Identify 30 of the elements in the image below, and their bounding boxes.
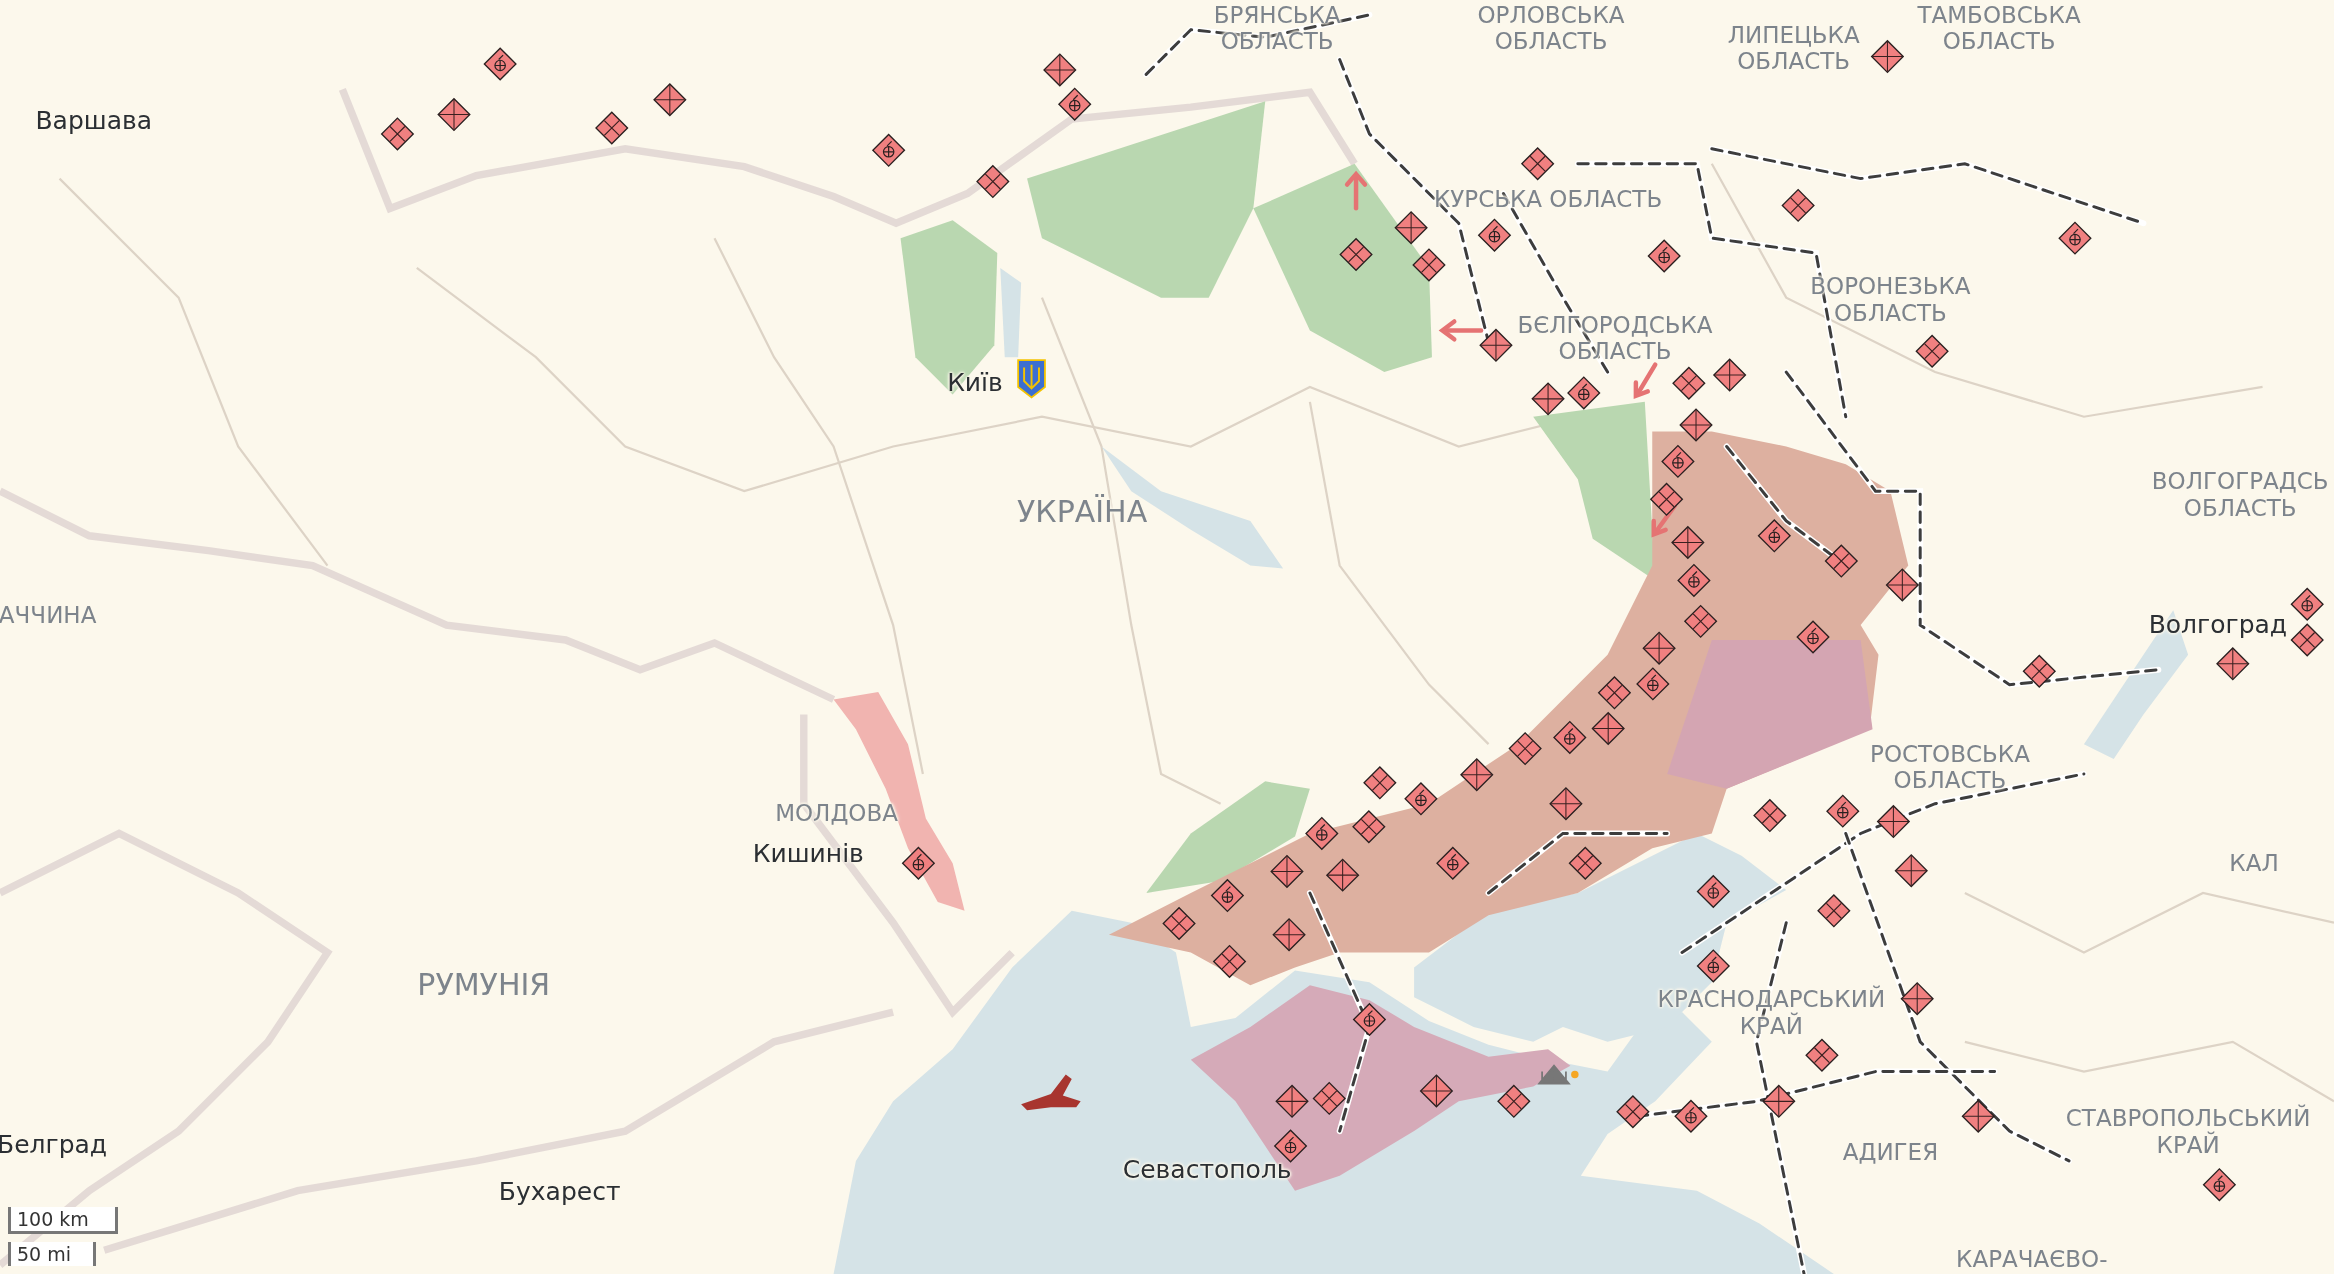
region-label: КАЛ xyxy=(2229,850,2279,877)
country-label: РУМУНІЯ xyxy=(417,968,551,1003)
region-label: СТАВРОПОЛЬСЬКИЙ КРАЙ xyxy=(2065,1104,2311,1158)
trident-shield-icon xyxy=(1017,359,1046,399)
city-label: Варшава xyxy=(35,106,153,135)
region-label: ВОЛГОГРАДСЬ ОБЛАСТЬ xyxy=(2151,467,2329,521)
city-label: Белград xyxy=(0,1130,108,1160)
region-label: МОЛДОВА xyxy=(775,799,898,826)
country-label: УКРАЇНА xyxy=(1017,494,1148,530)
region-label: РОСТОВСЬКА ОБЛАСТЬ xyxy=(1870,740,2030,793)
region-label: КАРАЧАЄВО- xyxy=(1956,1246,2108,1273)
arrow-icon xyxy=(1438,319,1484,342)
plane-icon xyxy=(1021,1074,1081,1111)
arrow-icon xyxy=(1651,503,1677,538)
arrow-icon xyxy=(1633,362,1658,400)
region-label: ТАМБОВСЬКА ОБЛАСТЬ xyxy=(1917,1,2081,55)
city-label: Севастополь xyxy=(1122,1155,1292,1185)
city-label: Бухарест xyxy=(498,1177,621,1207)
monument-icon xyxy=(1538,1064,1579,1085)
city-label: Кишинів xyxy=(752,840,864,869)
region-label: ЛИПЕЦЬКА ОБЛАСТЬ xyxy=(1727,21,1860,75)
city-label: Київ xyxy=(947,368,1003,397)
scale-bar: 50 mi xyxy=(8,1242,96,1266)
region-label: АДИГЕЯ xyxy=(1842,1138,1939,1166)
arrow-icon xyxy=(1344,170,1368,211)
region-label: ВОРОНЕЗЬКА ОБЛАСТЬ xyxy=(1810,272,1971,326)
city-label: Волгоград xyxy=(2148,610,2288,640)
region-label: БРЯНСЬКА ОБЛАСТЬ xyxy=(1213,1,1341,55)
region-label: ОРЛОВСЬКА ОБЛАСТЬ xyxy=(1477,1,1625,55)
scale-bar: 100 km xyxy=(8,1207,118,1234)
